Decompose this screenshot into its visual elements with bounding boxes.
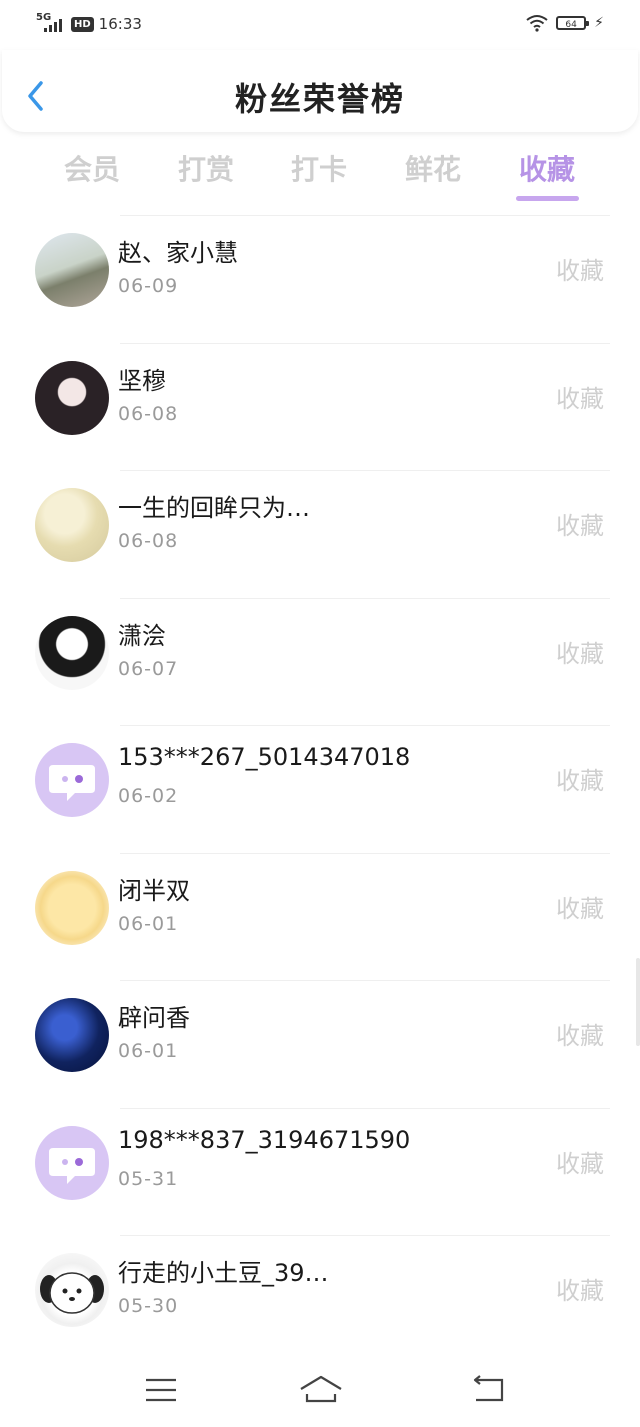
chat-bubble-icon bbox=[49, 1147, 95, 1184]
favorite-label: 收藏 bbox=[556, 1149, 604, 1178]
fan-name: 行走的小土豆_39… bbox=[118, 1259, 329, 1287]
tab-bar: 会员 打赏 打卡 鲜花 收藏 bbox=[0, 148, 640, 204]
anime-girl-avatar bbox=[35, 360, 109, 435]
status-right: 64 ⚡ bbox=[526, 14, 604, 32]
dog-face-icon bbox=[40, 1272, 104, 1314]
fan-name: 坚穆 bbox=[118, 366, 166, 395]
favorite-label: 收藏 bbox=[556, 894, 604, 923]
status-time: 16:33 bbox=[98, 15, 142, 33]
chat-bubble-avatar bbox=[35, 1125, 109, 1200]
tree-painting-avatar bbox=[35, 488, 109, 562]
home-icon[interactable] bbox=[298, 1372, 344, 1408]
list-item[interactable]: 坚穆 06-08 收藏 bbox=[0, 342, 640, 471]
fan-name: 一生的回眸只为… bbox=[118, 494, 310, 522]
header-bar: 粉丝荣誉榜 bbox=[2, 50, 638, 132]
favorite-label: 收藏 bbox=[556, 1022, 604, 1050]
signal-icon: 5G bbox=[36, 12, 66, 34]
favorite-label: 收藏 bbox=[556, 512, 604, 540]
page-title: 粉丝荣誉榜 bbox=[234, 80, 405, 118]
fan-name: 198***837_3194671590 bbox=[118, 1125, 411, 1154]
fan-name: 赵、家小慧 bbox=[118, 239, 238, 267]
fan-date: 05-31 bbox=[118, 1167, 179, 1190]
hd-badge: HD bbox=[71, 16, 94, 32]
group-photo-avatar bbox=[35, 233, 109, 307]
anime-boy-avatar bbox=[35, 615, 109, 690]
favorite-label: 收藏 bbox=[556, 257, 604, 285]
fan-date: 06-08 bbox=[118, 530, 179, 552]
list-item[interactable]: 198***837_3194671590 05-31 收藏 bbox=[0, 1107, 640, 1236]
fan-name: 闭半双 bbox=[118, 876, 190, 905]
fan-date: 05-30 bbox=[118, 1295, 179, 1317]
list-item[interactable]: 闭半双 06-01 收藏 bbox=[0, 852, 640, 981]
fan-date: 06-01 bbox=[118, 912, 179, 935]
fan-name: 153***267_5014347018 bbox=[118, 743, 411, 771]
fan-list: 赵、家小慧 06-09 收藏 坚穆 06-08 收藏 一生的回眸只为… 06-0… bbox=[0, 215, 640, 1363]
fan-date: 06-09 bbox=[118, 275, 179, 297]
favorite-label: 收藏 bbox=[556, 639, 604, 668]
charging-icon: ⚡ bbox=[594, 15, 604, 31]
favorite-label: 收藏 bbox=[556, 384, 604, 413]
chat-bubble-avatar bbox=[35, 743, 109, 817]
list-item[interactable]: 潇浍 06-07 收藏 bbox=[0, 597, 640, 726]
battery-icon: 64 bbox=[556, 16, 590, 30]
system-nav-bar bbox=[0, 1360, 640, 1427]
list-item[interactable]: 赵、家小慧 06-09 收藏 bbox=[0, 215, 640, 343]
list-item[interactable]: 一生的回眸只为… 06-08 收藏 bbox=[0, 470, 640, 598]
tab-checkin[interactable]: 打卡 bbox=[264, 148, 374, 188]
cartoon-bear-avatar bbox=[35, 870, 109, 945]
active-tab-indicator bbox=[516, 196, 579, 201]
fan-date: 06-01 bbox=[118, 1040, 179, 1062]
chat-bubble-icon bbox=[49, 765, 95, 801]
return-icon[interactable] bbox=[468, 1372, 508, 1408]
fan-date: 06-07 bbox=[118, 657, 179, 680]
list-item[interactable]: 辟问香 06-01 收藏 bbox=[0, 980, 640, 1108]
scroll-indicator[interactable] bbox=[636, 958, 640, 1046]
wifi-icon bbox=[526, 15, 548, 32]
status-left: 5G HD 16:33 bbox=[36, 12, 142, 34]
cartoon-dog-avatar bbox=[35, 1253, 109, 1327]
fan-name: 潇浍 bbox=[118, 621, 166, 650]
status-bar: 5G HD 16:33 64 ⚡ bbox=[0, 0, 640, 50]
fan-date: 06-02 bbox=[118, 785, 179, 807]
fan-name: 辟问香 bbox=[118, 1004, 190, 1032]
fan-date: 06-08 bbox=[118, 402, 179, 425]
tab-favorites[interactable]: 收藏 bbox=[492, 148, 602, 188]
night-sky-avatar bbox=[35, 998, 109, 1072]
tab-rewards[interactable]: 打赏 bbox=[151, 148, 261, 188]
tab-membership[interactable]: 会员 bbox=[37, 148, 147, 188]
tab-flowers[interactable]: 鲜花 bbox=[378, 148, 488, 188]
list-item[interactable]: 行走的小土豆_39… 05-30 收藏 bbox=[0, 1235, 640, 1363]
favorite-label: 收藏 bbox=[556, 767, 604, 795]
list-item[interactable]: 153***267_5014347018 06-02 收藏 bbox=[0, 725, 640, 853]
favorite-label: 收藏 bbox=[556, 1277, 604, 1305]
menu-icon[interactable] bbox=[141, 1372, 181, 1408]
